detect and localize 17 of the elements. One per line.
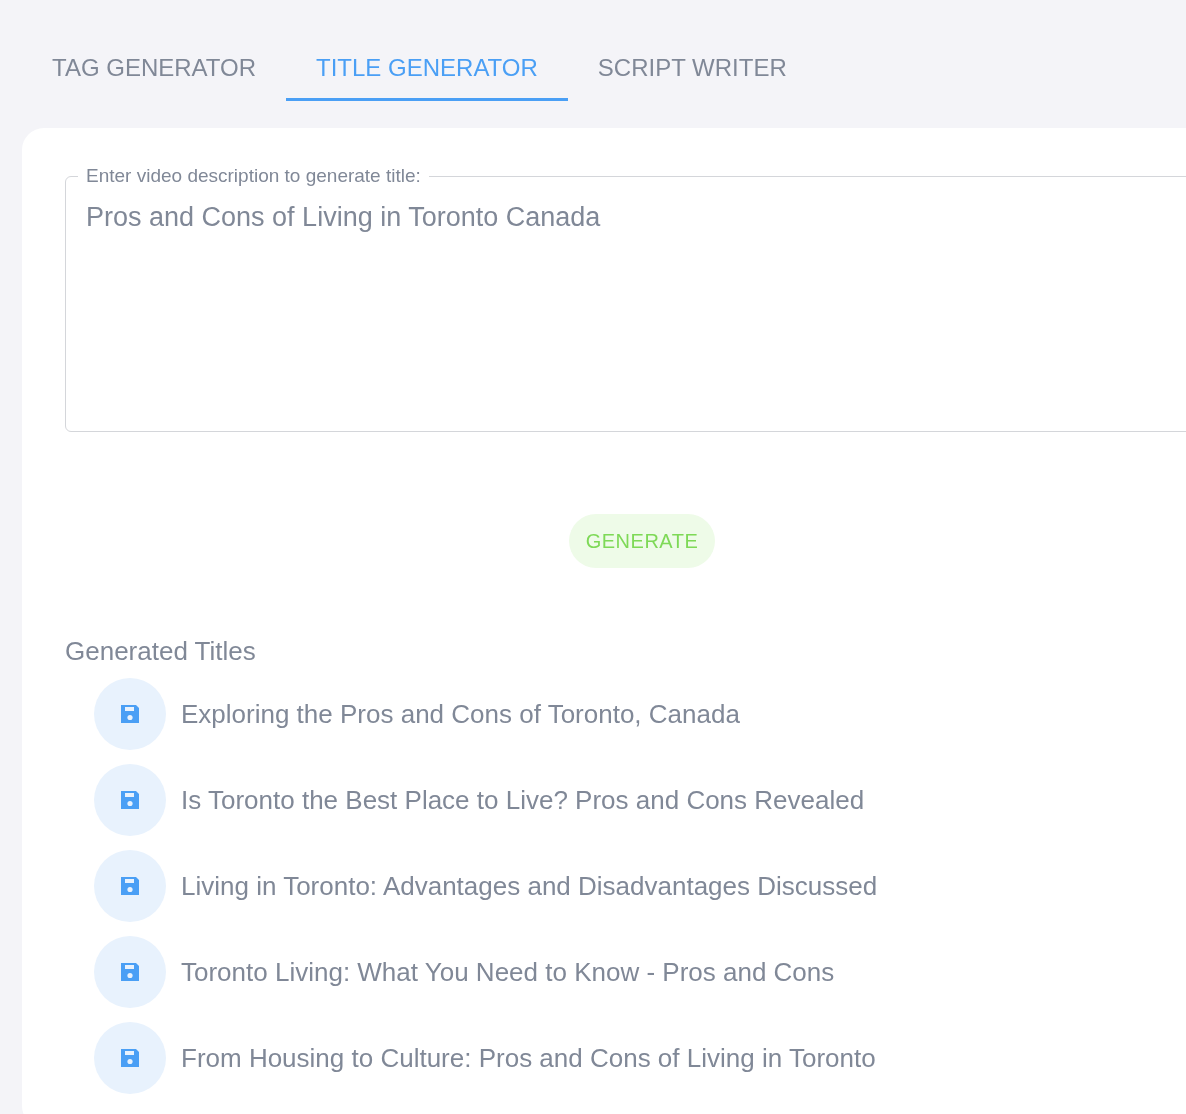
field-label: Enter video description to generate title:: [85, 164, 422, 188]
generated-title: Exploring the Pros and Cons of Toronto, Canada: [181, 697, 740, 731]
tab[interactable]: TITLE GENERATOR: [286, 38, 568, 101]
description-field[interactable]: Pros and Cons of Living in Toronto Canada: [86, 196, 1186, 427]
generated-title: Toronto Living: What You Need to Know - Pros and Cons: [181, 955, 835, 989]
tab[interactable]: TAG GENERATOR: [22, 38, 287, 101]
generated-title: From Housing to Culture: Pros and Cons of Living in Toronto: [181, 1041, 876, 1075]
generate-button[interactable]: GENERATE: [568, 514, 716, 568]
save-icon: [118, 1046, 142, 1070]
save-icon: [118, 874, 142, 898]
results-heading: Generated Titles: [65, 635, 257, 668]
tab[interactable]: SCRIPT WRITER: [567, 38, 817, 101]
save-icon: [118, 960, 142, 984]
generated-title: Is Toronto the Best Place to Live? Pros and Cons Revealed: [181, 783, 865, 817]
generated-title: Living in Toronto: Advantages and Disadvantages Discussed: [181, 869, 878, 903]
save-icon: [118, 788, 142, 812]
save-icon: [118, 702, 142, 726]
